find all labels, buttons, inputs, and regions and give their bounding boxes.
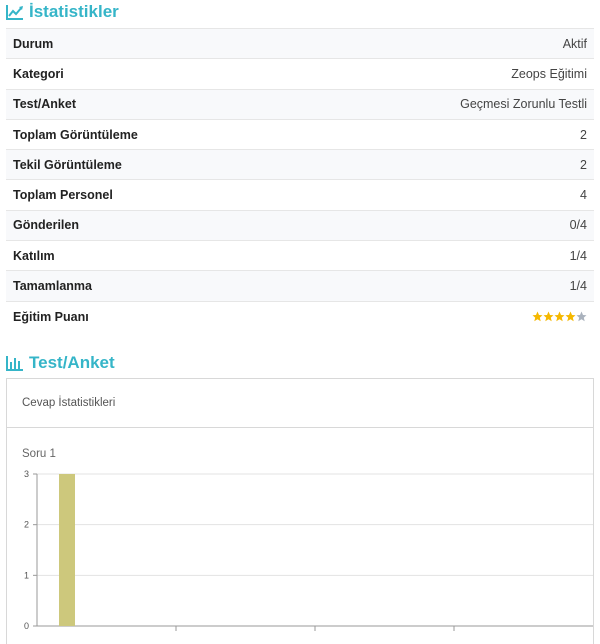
stats-value: Geçmesi Zorunlu Testli: [460, 97, 587, 112]
stats-value: 1/4: [569, 279, 587, 294]
y-tick-label: 3: [24, 469, 29, 479]
line-chart-icon: [6, 4, 24, 20]
star-filled-icon: [532, 311, 543, 322]
star-empty-icon: [576, 311, 587, 322]
stats-value: 4: [580, 188, 587, 203]
stats-row-participation: Katılım 1/4: [6, 241, 594, 272]
stats-row-test-survey: Test/Anket Geçmesi Zorunlu Testli: [6, 89, 594, 120]
chart-bar: [59, 474, 75, 626]
y-tick-label: 1: [24, 570, 29, 580]
y-tick-label: 2: [24, 520, 29, 530]
stats-table: Durum Aktif Kategori Zeops Eğitimi Test/…: [6, 28, 594, 332]
stats-label: Kategori: [13, 66, 64, 81]
stats-row-total-staff: Toplam Personel 4: [6, 180, 594, 211]
stats-row-status: Durum Aktif: [6, 29, 594, 60]
stats-row-category: Kategori Zeops Eğitimi: [6, 59, 594, 90]
stats-value: 0/4: [569, 218, 587, 233]
stats-value: 2: [580, 127, 587, 142]
panel-body: Soru 1 0123: [7, 428, 593, 644]
stats-row-rating: Eğitim Puanı: [6, 302, 594, 332]
stats-label: Durum: [13, 36, 54, 51]
test-section-title: Test/Anket: [6, 351, 115, 375]
stats-value: 1/4: [569, 248, 587, 263]
stats-label: Toplam Personel: [13, 188, 113, 203]
stats-label: Eğitim Puanı: [13, 309, 89, 324]
stats-row-completion: Tamamlanma 1/4: [6, 271, 594, 302]
stats-row-unique-views: Tekil Görüntüleme 2: [6, 150, 594, 181]
stats-row-sent: Gönderilen 0/4: [6, 210, 594, 242]
star-rating: [532, 311, 587, 322]
stats-label: Tamamlanma: [13, 279, 92, 294]
stats-label: Tekil Görüntüleme: [13, 157, 122, 172]
stats-label: Toplam Görüntüleme: [13, 127, 138, 142]
panel-header: Cevap İstatistikleri: [7, 379, 593, 428]
stats-value: Aktif: [562, 36, 587, 51]
question-bar-chart: 0 1 2 3: [24, 469, 593, 631]
stats-label: Katılım: [13, 248, 55, 263]
stats-value: 2: [580, 157, 587, 172]
test-title-text: Test/Anket: [29, 353, 115, 372]
y-tick-label: 0: [24, 621, 29, 631]
star-filled-icon: [543, 311, 554, 322]
star-filled-icon: [554, 311, 565, 322]
answer-stats-panel: Cevap İstatistikleri Soru 1 0123: [6, 378, 594, 644]
stats-label: Test/Anket: [13, 97, 76, 112]
stats-title-text: İstatistikler: [29, 2, 119, 21]
stats-label: Gönderilen: [13, 218, 79, 233]
stats-section-title: İstatistikler: [6, 0, 119, 24]
stats-row-total-views: Toplam Görüntüleme 2: [6, 120, 594, 151]
bar-chart-icon: [6, 355, 24, 371]
stats-value: Zeops Eğitimi: [511, 66, 587, 81]
star-filled-icon: [565, 311, 576, 322]
